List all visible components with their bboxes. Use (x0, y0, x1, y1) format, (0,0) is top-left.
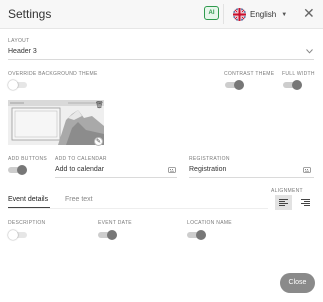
add-to-calendar-underline (55, 177, 177, 178)
header-divider (223, 4, 224, 24)
keyboard-icon (303, 167, 311, 173)
event-date-label: EVENT DATE (98, 220, 132, 226)
language-label: English (250, 10, 277, 19)
trash-icon[interactable]: 🗑 (95, 101, 104, 109)
override-background-label: OVERRIDE BACKGROUND THEME (8, 71, 98, 77)
registration-input[interactable]: Registration (189, 166, 226, 173)
registration-underline (189, 177, 314, 178)
tabs-divider (8, 208, 268, 209)
alignment-label: ALIGNMENT (271, 188, 303, 194)
language-selector[interactable]: English ▼ (233, 7, 287, 22)
layout-label: LAYOUT (8, 38, 30, 44)
full-width-label: FULL WIDTH (282, 71, 315, 77)
contrast-theme-label: CONTRAST THEME (224, 71, 275, 77)
description-toggle[interactable] (8, 230, 27, 240)
event-date-toggle[interactable] (98, 230, 117, 240)
background-image-thumbnail[interactable] (8, 100, 104, 145)
layout-underline (8, 59, 314, 60)
tab-free-text[interactable]: Free text (65, 196, 93, 203)
close-button[interactable]: Close (280, 273, 315, 293)
registration-label: REGISTRATION (189, 156, 230, 162)
close-icon[interactable]: ✕ (303, 4, 315, 22)
add-to-calendar-label: ADD TO CALENDAR (55, 156, 107, 162)
override-background-toggle[interactable] (8, 80, 27, 90)
ai-assistant-icon[interactable]: AI (204, 6, 219, 20)
align-left-button[interactable] (275, 195, 292, 210)
edit-icon[interactable]: ✎ (94, 137, 103, 146)
description-label: DESCRIPTION (8, 220, 46, 226)
contrast-theme-toggle[interactable] (225, 80, 244, 90)
settings-panel: Settings AI English ▼ ✕ LAYOUT Header 3 … (0, 0, 323, 302)
keyboard-icon (168, 167, 176, 173)
location-name-toggle[interactable] (187, 230, 206, 240)
add-buttons-toggle[interactable] (8, 165, 27, 175)
align-left-icon (279, 199, 288, 206)
uk-flag-icon (233, 8, 246, 21)
align-right-button[interactable] (297, 195, 314, 210)
layout-select[interactable]: Header 3 (8, 48, 37, 55)
panel-title: Settings (8, 7, 52, 21)
chevron-down-icon: ▼ (281, 11, 288, 18)
chevron-down-icon[interactable] (306, 49, 313, 54)
add-buttons-label: ADD BUTTONS (8, 156, 48, 162)
full-width-toggle[interactable] (283, 80, 302, 90)
settings-header: Settings AI English ▼ ✕ (0, 0, 323, 29)
add-to-calendar-input[interactable]: Add to calendar (55, 166, 104, 173)
location-name-label: LOCATION NAME (187, 220, 232, 226)
align-right-icon (301, 199, 310, 206)
tab-event-details[interactable]: Event details (8, 196, 48, 203)
